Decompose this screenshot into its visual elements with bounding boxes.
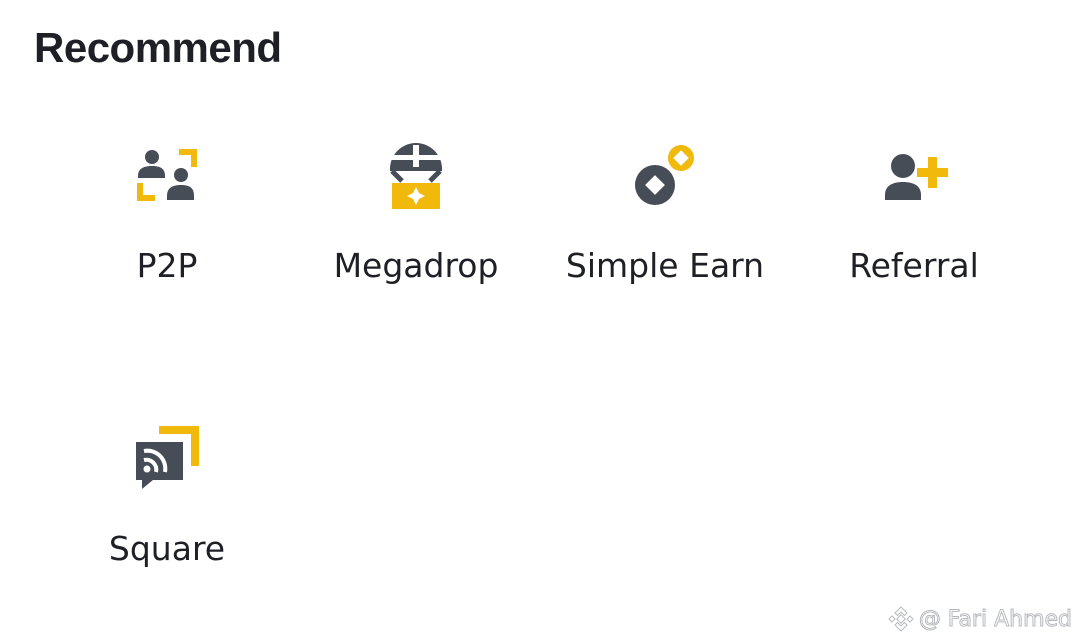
watermark-text: @ Fari Ahmed: [918, 606, 1072, 632]
recommend-item-label: Simple Earn: [565, 246, 765, 285]
watermark: @ Fari Ahmed: [887, 605, 1073, 633]
recommend-page: Recommend P2P Megadrop Simple Earn Refer…: [0, 0, 1080, 641]
recommend-item-label: Megadrop: [333, 246, 499, 285]
p2p-icon: [137, 149, 197, 201]
recommend-item-label: Square: [108, 529, 226, 568]
simple-earn-icon: [635, 145, 694, 205]
recommend-item-p2p[interactable]: P2P: [47, 135, 287, 286]
megadrop-icon: [390, 143, 442, 209]
square-icon: [136, 426, 199, 489]
section-title: Recommend: [34, 24, 282, 71]
recommend-item-square[interactable]: Square: [47, 418, 287, 569]
recommend-item-megadrop[interactable]: Megadrop: [296, 135, 536, 286]
recommend-item-label: P2P: [136, 246, 198, 285]
recommend-item-simple-earn[interactable]: Simple Earn: [545, 135, 785, 286]
recommend-item-label: Referral: [849, 246, 979, 285]
referral-icon: [885, 154, 948, 200]
recommend-item-referral[interactable]: Referral: [794, 135, 1034, 286]
binance-logo-icon: [888, 606, 914, 632]
